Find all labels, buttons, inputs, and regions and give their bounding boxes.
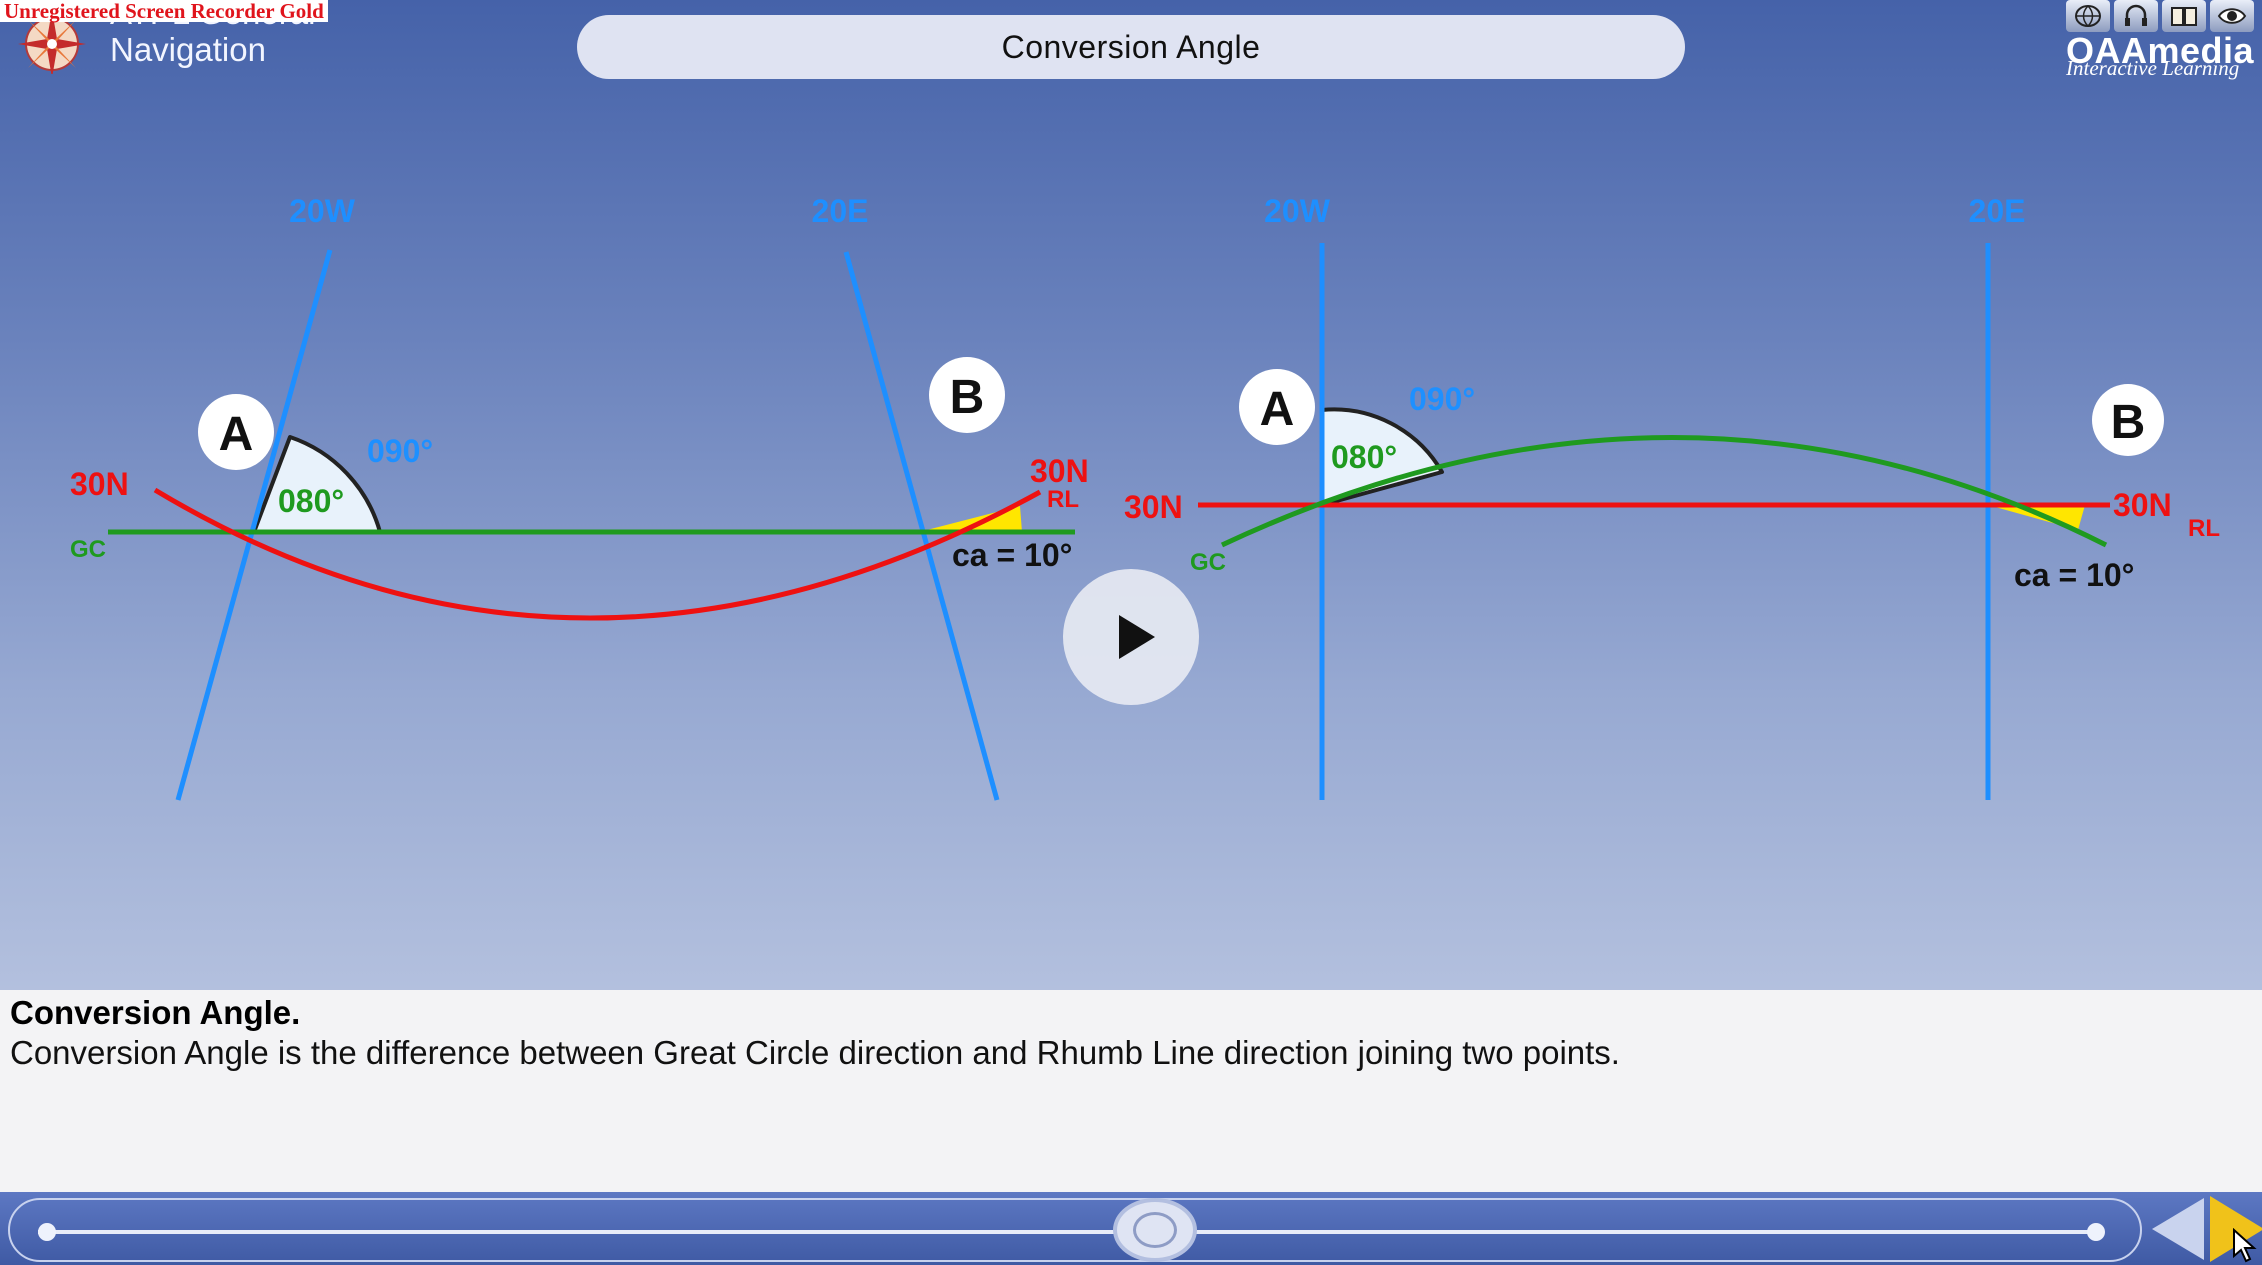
left-rl-label: RL bbox=[1047, 486, 1079, 513]
left-point-a-label: A bbox=[219, 408, 254, 461]
conversion-angle-diagram: .lbl { font-family:"Liberation Sans", sa… bbox=[70, 193, 2220, 801]
clock-icon bbox=[1133, 1212, 1177, 1248]
right-parallel-label: 30N bbox=[1124, 489, 1183, 525]
caption-body: Conversion Angle is the difference betwe… bbox=[10, 1034, 1620, 1071]
right-parallel-right-label: 30N bbox=[2113, 487, 2172, 523]
scrub-start-marker bbox=[38, 1223, 56, 1241]
right-point-a-label: A bbox=[1260, 383, 1295, 436]
play-button[interactable] bbox=[1063, 569, 1199, 705]
caption-heading: Conversion Angle. bbox=[10, 994, 301, 1031]
left-meridian-20e-label: 20E bbox=[812, 193, 869, 229]
scrub-end-marker bbox=[2087, 1223, 2105, 1241]
mouse-cursor-icon bbox=[2233, 1228, 2257, 1263]
right-rl-bearing-label: 090° bbox=[1409, 381, 1475, 417]
previous-slide-button[interactable] bbox=[2152, 1198, 2204, 1260]
left-ca-label: ca = 10° bbox=[952, 537, 1072, 573]
right-diagram: A B 20W 20E 30N 30N RL GC 080° 090° ca =… bbox=[1124, 193, 2220, 800]
right-gc-label: GC bbox=[1190, 549, 1226, 576]
left-meridian-20w-label: 20W bbox=[289, 193, 356, 229]
left-diagram: A B 20W 20E 30N 30N RL GC 080° 090° ca =… bbox=[70, 193, 1089, 801]
right-ca-label: ca = 10° bbox=[2014, 557, 2134, 593]
caption-panel: Conversion Angle. Conversion Angle is th… bbox=[0, 990, 2262, 1192]
left-rl-bearing-label: 090° bbox=[367, 433, 433, 469]
recorder-watermark: Unregistered Screen Recorder Gold bbox=[0, 0, 328, 22]
right-meridian-20e-label: 20E bbox=[1969, 193, 2026, 229]
right-meridian-20w-label: 20W bbox=[1264, 193, 1331, 229]
left-parallel-label: 30N bbox=[70, 466, 129, 502]
left-point-b-label: B bbox=[950, 371, 985, 424]
right-point-b-label: B bbox=[2111, 396, 2146, 449]
right-rl-label: RL bbox=[2188, 515, 2220, 542]
left-gc-label: GC bbox=[70, 536, 106, 563]
scrub-line[interactable] bbox=[38, 1230, 2098, 1234]
left-parallel-right-label: 30N bbox=[1030, 453, 1089, 489]
right-gc-bearing-label: 080° bbox=[1331, 439, 1397, 475]
scrub-knob[interactable] bbox=[1113, 1198, 1197, 1262]
left-gc-bearing-label: 080° bbox=[278, 483, 344, 519]
